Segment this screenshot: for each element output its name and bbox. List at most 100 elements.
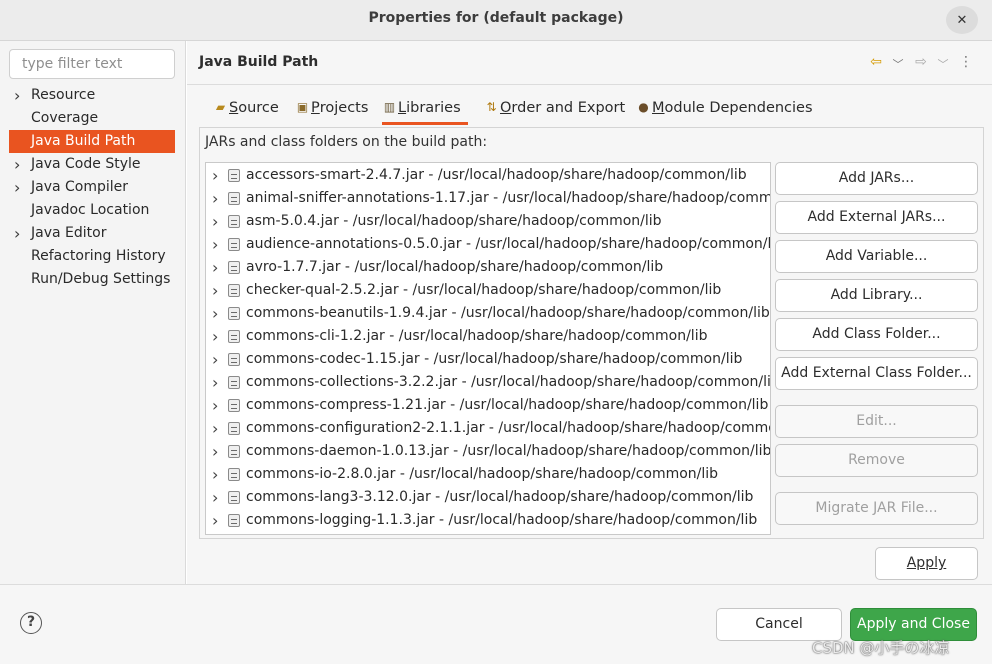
nav-item-label: Java Code Style — [31, 156, 141, 172]
chevron-right-icon[interactable]: › — [14, 222, 20, 245]
chevron-right-icon[interactable]: › — [212, 256, 218, 279]
nav-item-java-editor[interactable]: › Java Editor — [9, 222, 175, 245]
list-item[interactable]: › commons-codec-1.15.jar - /usr/local/had… — [206, 348, 770, 371]
list-item[interactable]: › commons-configuration2-2.1.1.jar - /usr… — [206, 417, 770, 440]
forward-arrow-icon[interactable]: ⇨ — [913, 54, 929, 70]
chevron-right-icon[interactable]: › — [212, 486, 218, 509]
tab-projects-label: rojects — [319, 100, 369, 116]
add-external-jars-button[interactable]: Add External JARs... — [775, 201, 978, 234]
list-item[interactable]: › animal-sniffer-annotations-1.17.jar - /… — [206, 187, 771, 210]
chevron-right-icon[interactable]: › — [14, 84, 20, 107]
list-item[interactable]: › commons-compress-1.21.jar - /usr/local/… — [206, 394, 770, 417]
list-item[interactable]: › avro-1.7.7.jar - /usr/local/hadoop/shar… — [206, 256, 770, 279]
chevron-right-icon[interactable]: › — [212, 210, 218, 233]
chevron-right-icon[interactable]: › — [212, 325, 218, 348]
jar-entry-label: commons-lang3-3.12.0.jar - /usr/local/ha… — [246, 489, 754, 505]
jar-icon — [228, 169, 240, 182]
add-variable-button[interactable]: Add Variable... — [775, 240, 978, 273]
chevron-right-icon[interactable]: › — [212, 233, 218, 256]
list-item[interactable]: › audience-annotations-0.5.0.jar - /usr/l… — [206, 233, 770, 256]
jar-entry-label: commons-codec-1.15.jar - /usr/local/hado… — [246, 351, 743, 367]
list-item[interactable]: › asm-5.0.4.jar - /usr/local/hadoop/share… — [206, 210, 770, 233]
chevron-right-icon[interactable]: › — [212, 187, 218, 210]
tab-module-dependencies[interactable]: ● Module Dependencies — [636, 97, 812, 125]
projects-icon: ▣ — [296, 100, 309, 114]
nav-item-java-build-path[interactable]: Java Build Path — [9, 130, 175, 153]
forward-dropdown-icon[interactable]: ﹀ — [935, 56, 951, 72]
chevron-right-icon[interactable]: › — [14, 153, 20, 176]
chevron-right-icon[interactable]: › — [212, 348, 218, 371]
list-item[interactable]: › commons-lang3-3.12.0.jar - /usr/local/h… — [206, 486, 770, 509]
help-icon[interactable]: ? — [20, 612, 42, 634]
jar-entry-label: commons-io-2.8.0.jar - /usr/local/hadoop… — [246, 466, 719, 482]
jar-entry-label: animal-sniffer-annotations-1.17.jar - /u… — [246, 190, 771, 206]
tab-order-export[interactable]: ⇅ Order and Export — [484, 97, 625, 125]
chevron-right-icon[interactable]: › — [212, 394, 218, 417]
jar-entry-label: commons-cli-1.2.jar - /usr/local/hadoop/… — [246, 328, 708, 344]
apply-button[interactable]: Apply — [875, 547, 978, 580]
jar-entry-label: commons-daemon-1.0.13.jar - /usr/local/h… — [246, 443, 771, 459]
nav-item-resource[interactable]: › Resource — [9, 84, 175, 107]
list-item[interactable]: › accessors-smart-2.4.7.jar - /usr/local/… — [206, 164, 770, 187]
jar-entry-label: commons-collections-3.2.2.jar - /usr/loc… — [246, 374, 771, 390]
back-arrow-icon[interactable]: ⇦ — [868, 54, 884, 70]
module-icon: ● — [638, 100, 649, 114]
chevron-right-icon[interactable]: › — [212, 279, 218, 302]
jar-entry-label: checker-qual-2.5.2.jar - /usr/local/hado… — [246, 282, 722, 298]
close-button[interactable]: ✕ — [946, 6, 978, 34]
edit-button[interactable]: Edit... — [775, 405, 978, 438]
list-item[interactable]: › commons-daemon-1.0.13.jar - /usr/local/… — [206, 440, 771, 463]
chevron-right-icon[interactable]: › — [212, 440, 218, 463]
jar-icon — [228, 307, 240, 320]
jar-icon — [228, 261, 240, 274]
apply-label: Apply — [906, 555, 947, 571]
build-path-list[interactable]: › accessors-smart-2.4.7.jar - /usr/local/… — [205, 162, 771, 535]
chevron-right-icon[interactable]: › — [212, 164, 218, 187]
nav-item-label: Javadoc Location — [31, 202, 150, 218]
jar-icon — [228, 353, 240, 366]
filter-input[interactable] — [9, 49, 175, 79]
add-library-button[interactable]: Add Library... — [775, 279, 978, 312]
nav-item-coverage[interactable]: Coverage — [9, 107, 175, 130]
nav-item-java-compiler[interactable]: › Java Compiler — [9, 176, 175, 199]
migrate-jar-button[interactable]: Migrate JAR File... — [775, 492, 978, 525]
tab-source[interactable]: ▰ Source — [213, 97, 279, 125]
chevron-right-icon[interactable]: › — [212, 509, 218, 532]
watermark: CSDN @小手の冰凉 — [812, 639, 950, 657]
list-item[interactable]: › commons-logging-1.1.3.jar - /usr/local/… — [206, 509, 770, 532]
jar-icon — [228, 284, 240, 297]
nav-item-label: Coverage — [31, 110, 99, 126]
list-item[interactable]: › commons-cli-1.2.jar - /usr/local/hadoop… — [206, 325, 770, 348]
chevron-right-icon[interactable]: › — [212, 371, 218, 394]
view-menu-icon[interactable]: ⋮ — [958, 54, 974, 70]
add-class-folder-button[interactable]: Add Class Folder... — [775, 318, 978, 351]
add-external-class-folder-button[interactable]: Add External Class Folder... — [775, 357, 978, 390]
tab-module-mnemonic: M — [652, 100, 665, 116]
add-jars-button[interactable]: Add JARs... — [775, 162, 978, 195]
chevron-right-icon[interactable]: › — [212, 417, 218, 440]
jar-icon — [228, 445, 240, 458]
libraries-description: JARs and class folders on the build path… — [205, 134, 488, 150]
nav-item-label: Run/Debug Settings — [31, 271, 171, 287]
jar-entry-label: asm-5.0.4.jar - /usr/local/hadoop/share/… — [246, 213, 662, 229]
list-item[interactable]: › checker-qual-2.5.2.jar - /usr/local/had… — [206, 279, 770, 302]
preferences-nav-pane: › Resource Coverage Java Build Path › Java Co… — [0, 41, 186, 584]
list-item[interactable]: › commons-io-2.8.0.jar - /usr/local/hadoo… — [206, 463, 770, 486]
close-icon: ✕ — [956, 12, 968, 28]
nav-item-javadoc-location[interactable]: Javadoc Location — [9, 199, 175, 222]
chevron-right-icon[interactable]: › — [212, 302, 218, 325]
jar-icon — [228, 215, 240, 228]
list-item[interactable]: › commons-beanutils-1.9.4.jar - /usr/loca… — [206, 302, 770, 325]
nav-item-java-code-style[interactable]: › Java Code Style — [9, 153, 175, 176]
nav-item-refactoring-history[interactable]: Refactoring History — [9, 245, 175, 268]
chevron-right-icon[interactable]: › — [14, 176, 20, 199]
back-dropdown-icon[interactable]: ﹀ — [890, 56, 906, 72]
chevron-right-icon[interactable]: › — [212, 463, 218, 486]
nav-item-label: Refactoring History — [31, 248, 166, 264]
list-item[interactable]: › commons-collections-3.2.2.jar - /usr/lo… — [206, 371, 771, 394]
page-title: Java Build Path — [199, 54, 319, 70]
tab-libraries[interactable]: ▥ Libraries — [382, 97, 468, 125]
nav-item-run-debug-settings[interactable]: Run/Debug Settings — [9, 268, 175, 291]
tab-projects[interactable]: ▣ Projects — [295, 97, 369, 125]
remove-button[interactable]: Remove — [775, 444, 978, 477]
